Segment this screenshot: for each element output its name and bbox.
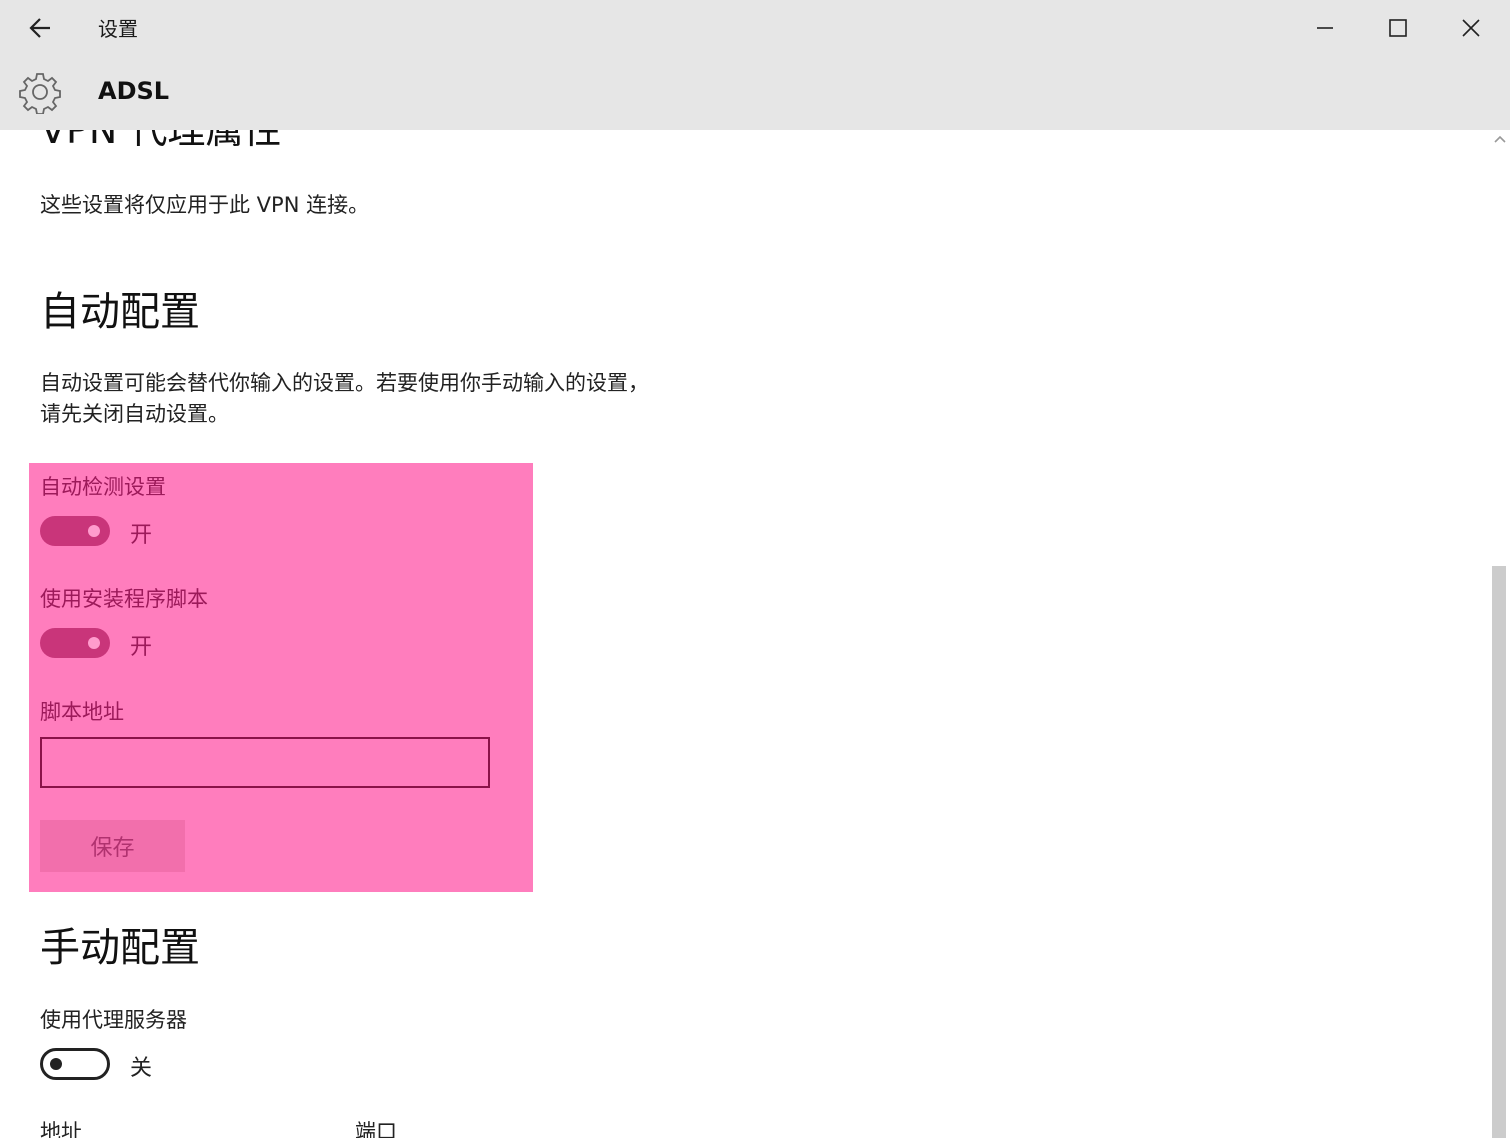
auto-config-desc-line1: 自动设置可能会替代你输入的设置。若要使用你手动输入的设置，: [40, 371, 649, 395]
scroll-up-button[interactable]: [1490, 130, 1510, 150]
save-button[interactable]: 保存: [40, 820, 185, 872]
title-bar: 设置 ADSL: [0, 0, 1510, 130]
proxy-port-label: 端口: [355, 1120, 397, 1138]
auto-config-desc-line2: 请先关闭自动设置。: [40, 402, 229, 426]
section-description: 这些设置将仅应用于此 VPN 连接。: [40, 193, 370, 217]
manual-config-heading: 手动配置: [40, 925, 200, 971]
minimize-icon: [1317, 27, 1333, 29]
use-proxy-toggle[interactable]: [40, 1048, 110, 1080]
auto-detect-state: 开: [130, 523, 153, 548]
auto-detect-toggle[interactable]: [40, 516, 110, 546]
script-address-label: 脚本地址: [40, 700, 124, 724]
minimize-button[interactable]: [1305, 8, 1345, 48]
use-proxy-label: 使用代理服务器: [40, 1008, 187, 1032]
auto-detect-label: 自动检测设置: [40, 475, 166, 499]
back-arrow-icon: [29, 18, 50, 38]
settings-content: VPN 代理属性 这些设置将仅应用于此 VPN 连接。 自动配置 自动设置可能会…: [0, 130, 1490, 1138]
script-address-input[interactable]: [40, 737, 490, 788]
gear-icon: [18, 70, 62, 115]
setup-script-toggle[interactable]: [40, 628, 110, 658]
chevron-up-icon: [1494, 135, 1506, 143]
toggle-knob: [50, 1058, 62, 1070]
setup-script-state: 开: [130, 635, 153, 660]
page-header: ADSL: [98, 77, 170, 105]
maximize-icon: [1389, 19, 1407, 37]
section-title: VPN 代理属性: [40, 130, 282, 152]
scrollbar-thumb[interactable]: [1492, 566, 1506, 1138]
maximize-button[interactable]: [1378, 8, 1418, 48]
setup-script-label: 使用安装程序脚本: [40, 587, 208, 611]
auto-config-heading: 自动配置: [40, 289, 200, 335]
app-title: 设置: [98, 17, 138, 41]
close-icon: [1462, 19, 1480, 37]
back-button[interactable]: [22, 10, 58, 46]
close-button[interactable]: [1451, 8, 1491, 48]
toggle-knob: [88, 637, 100, 649]
proxy-address-label: 地址: [40, 1120, 82, 1138]
use-proxy-state: 关: [130, 1056, 153, 1081]
toggle-knob: [88, 525, 100, 537]
